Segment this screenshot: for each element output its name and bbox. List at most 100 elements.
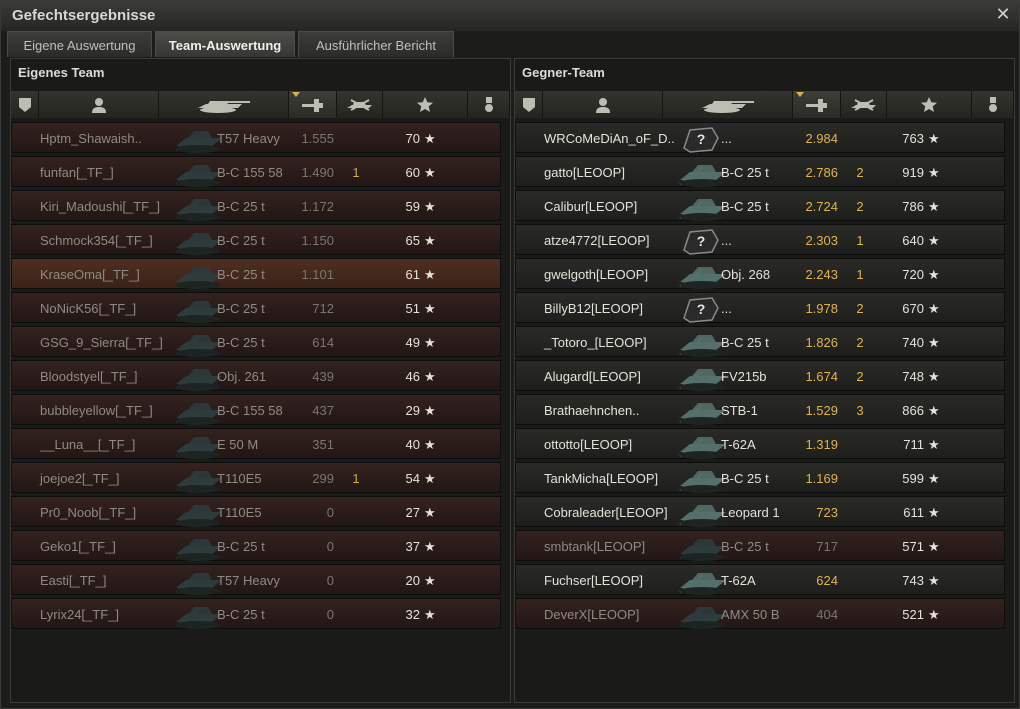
damage-value: 299 (312, 471, 334, 486)
column-header-medal[interactable] (468, 91, 510, 118)
column-header-xp-star[interactable] (383, 91, 468, 118)
column-header-squad[interactable] (11, 91, 39, 118)
enemy-team-row[interactable]: gwelgoth[LEOOP] Obj. 268 2.243 1 720 ★ (515, 258, 1005, 289)
tab-ausfuehrlicher-bericht[interactable]: Ausführlicher Bericht (298, 31, 454, 57)
tank-name: B-C 25 t (721, 165, 769, 180)
unknown-tank-icon: ? (676, 226, 722, 259)
xp-value: 599 (902, 471, 924, 486)
column-header-tank[interactable] (663, 91, 793, 118)
tab-team-auswertung[interactable]: Team-Auswertung (155, 31, 295, 57)
kills-value: 1 (352, 165, 360, 180)
column-header-tank[interactable] (159, 91, 289, 118)
xp-star-icon: ★ (424, 505, 436, 520)
xp-value: 763 (902, 131, 924, 146)
xp-value: 670 (902, 301, 924, 316)
own-team-row[interactable]: Geko1[_TF_] B-C 25 t 0 37 ★ (11, 530, 501, 561)
kills-value: 2 (856, 335, 864, 350)
own-team-row[interactable]: Pr0_Noob[_TF_] T110E5 0 27 ★ (11, 496, 501, 527)
damage-value: 1.169 (805, 471, 838, 486)
column-header-medal[interactable] (972, 91, 1014, 118)
column-header-kills[interactable] (337, 91, 383, 118)
xp-value: 748 (902, 369, 924, 384)
own-team-row[interactable]: Schmock354[_TF_] B-C 25 t 1.150 65 ★ (11, 224, 501, 255)
tank-name: STB-1 (721, 403, 758, 418)
own-team-row[interactable]: NoNicK56[_TF_] B-C 25 t 712 51 ★ (11, 292, 501, 323)
damage-value: 1.826 (805, 335, 838, 350)
tank-name: E 50 M (217, 437, 259, 452)
xp-value: 51 (405, 301, 420, 316)
xp-star-icon: ★ (424, 369, 436, 384)
tank-name: T-62A (721, 573, 756, 588)
own-team-row[interactable]: bubbleyellow[_TF_] B-C 155 58 437 29 ★ (11, 394, 501, 425)
own-team-row[interactable]: __Luna__[_TF_] E 50 M 351 40 ★ (11, 428, 501, 459)
column-header-player[interactable] (543, 91, 663, 118)
xp-value: 521 (902, 607, 924, 622)
own-team-row[interactable]: joejoe2[_TF_] T110E5 299 1 54 ★ (11, 462, 501, 493)
own-team-row[interactable]: Bloodstyel[_TF_] Obj. 261 439 46 ★ (11, 360, 501, 391)
enemy-team-row[interactable]: Calibur[LEOOP] B-C 25 t 2.724 2 786 ★ (515, 190, 1005, 221)
tab-eigene-auswertung[interactable]: Eigene Auswertung (7, 31, 152, 57)
enemy-team-row[interactable]: ? atze4772[LEOOP]... 2.303 1 640 ★ (515, 224, 1005, 255)
column-header-squad[interactable] (515, 91, 543, 118)
enemy-team-row[interactable]: ? WRCoMeDiAn_oF_D..... 2.984 763 ★ (515, 122, 1005, 153)
player-name: Lyrix24[_TF_] (40, 607, 119, 622)
own-team-header (11, 91, 510, 118)
xp-value: 59 (405, 199, 420, 214)
player-name: Hptm_Shawaish.. (40, 131, 142, 146)
tank-name: B-C 25 t (721, 199, 769, 214)
column-header-player[interactable] (39, 91, 159, 118)
tank-name: ... (721, 233, 732, 248)
player-name: Schmock354[_TF_] (40, 233, 153, 248)
xp-value: 711 (903, 437, 924, 452)
tank-name: Obj. 261 (217, 369, 267, 384)
tank-name: B-C 25 t (217, 267, 265, 282)
column-header-kills[interactable] (841, 91, 887, 118)
enemy-team-row[interactable]: Cobraleader[LEOOP] Leopard 1 723 611 ★ (515, 496, 1005, 527)
enemy-team-row[interactable]: _Totoro_[LEOOP] B-C 25 t 1.826 2 740 ★ (515, 326, 1005, 357)
column-header-damage[interactable] (793, 91, 841, 118)
column-header-xp-star[interactable] (887, 91, 972, 118)
own-team-row[interactable]: Lyrix24[_TF_] B-C 25 t 0 32 ★ (11, 598, 501, 629)
own-team-row[interactable]: Hptm_Shawaish.. T57 Heavy 1.555 70 ★ (11, 122, 501, 153)
sort-arrow-icon (796, 92, 804, 97)
player-name: Cobraleader[LEOOP] (544, 505, 668, 520)
damage-value: 0 (326, 573, 334, 588)
damage-value: 1.150 (301, 233, 334, 248)
own-team-row[interactable]: Kiri_Madoushi[_TF_] B-C 25 t 1.172 59 ★ (11, 190, 501, 221)
xp-value: 29 (405, 403, 420, 418)
enemy-team-header (515, 91, 1014, 118)
kills-value: 1 (856, 267, 864, 282)
player-name: KraseOma[_TF_] (40, 267, 140, 282)
enemy-team-row[interactable]: Fuchser[LEOOP] T-62A 624 743 ★ (515, 564, 1005, 595)
own-team-row[interactable]: KraseOma[_TF_] B-C 25 t 1.101 61 ★ (11, 258, 501, 289)
unknown-tank-icon: ? (676, 124, 722, 157)
own-team-row[interactable]: funfan[_TF_] B-C 155 58 1.490 1 60 ★ (11, 156, 501, 187)
column-header-damage[interactable] (289, 91, 337, 118)
xp-star-icon: ★ (424, 165, 436, 180)
xp-value: 571 (902, 539, 924, 554)
xp-value: 919 (902, 165, 924, 180)
enemy-team-row[interactable]: ? BillyB12[LEOOP]... 1.978 2 670 ★ (515, 292, 1005, 323)
damage-value: 1.529 (805, 403, 838, 418)
xp-star-icon: ★ (928, 573, 940, 588)
xp-value: 40 (405, 437, 420, 452)
tank-name: T-62A (721, 437, 756, 452)
xp-value: 720 (902, 267, 924, 282)
kills-value: 3 (856, 403, 864, 418)
enemy-team-row[interactable]: Brathaehnchen.. STB-1 1.529 3 866 ★ (515, 394, 1005, 425)
unknown-tank-icon: ? (676, 294, 722, 327)
xp-star-icon: ★ (928, 471, 940, 486)
kills-value: 2 (856, 165, 864, 180)
enemy-team-row[interactable]: Alugard[LEOOP] FV215b 1.674 2 748 ★ (515, 360, 1005, 391)
enemy-team-row[interactable]: TankMicha[LEOOP] B-C 25 t 1.169 599 ★ (515, 462, 1005, 493)
tank-name: B-C 155 58 (217, 403, 283, 418)
xp-star-icon: ★ (928, 131, 940, 146)
enemy-team-row[interactable]: DeverX[LEOOP] AMX 50 B 404 521 ★ (515, 598, 1005, 629)
own-team-row[interactable]: GSG_9_Sierra[_TF_] B-C 25 t 614 49 ★ (11, 326, 501, 357)
enemy-team-row[interactable]: gatto[LEOOP] B-C 25 t 2.786 2 919 ★ (515, 156, 1005, 187)
tank-name: B-C 155 58 (217, 165, 283, 180)
close-icon[interactable]: ✕ (993, 4, 1013, 24)
enemy-team-row[interactable]: ottotto[LEOOP] T-62A 1.319 711 ★ (515, 428, 1005, 459)
own-team-row[interactable]: Easti[_TF_] T57 Heavy 0 20 ★ (11, 564, 501, 595)
enemy-team-row[interactable]: smbtank[LEOOP] B-C 25 t 717 571 ★ (515, 530, 1005, 561)
